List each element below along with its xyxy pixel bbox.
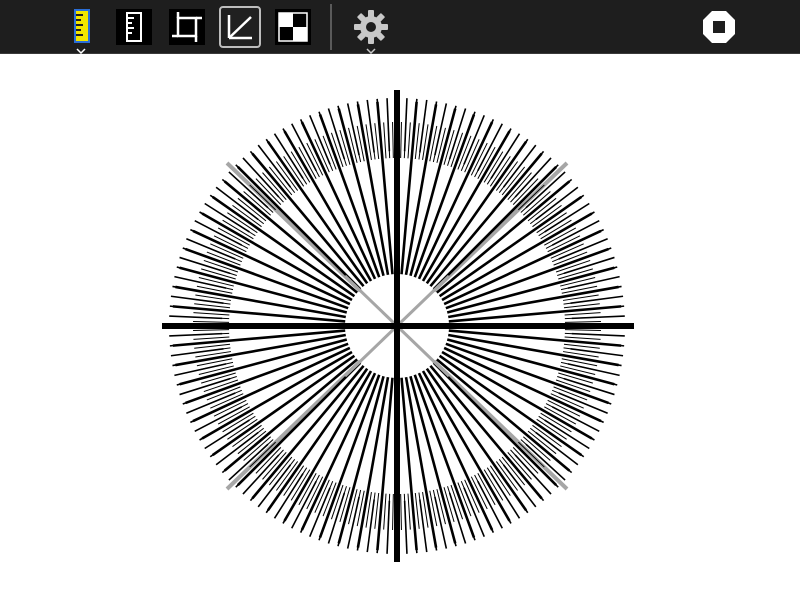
spoke-line xyxy=(564,329,601,331)
stop-button[interactable] xyxy=(698,6,740,48)
spoke-line xyxy=(474,144,492,178)
spoke-line xyxy=(564,336,601,340)
spoke-line xyxy=(563,298,600,305)
checkerboard-icon xyxy=(275,9,311,45)
spoke-line xyxy=(193,312,230,316)
spoke-line xyxy=(560,281,597,291)
spoke-line xyxy=(432,126,442,163)
spoke-line xyxy=(549,396,583,413)
spoke-line xyxy=(418,492,425,529)
spoke-line xyxy=(545,231,579,249)
spoke-line xyxy=(352,126,362,163)
ruler-vertical-icon xyxy=(116,9,152,45)
spoke-line xyxy=(563,347,600,354)
spoke-line xyxy=(374,123,380,160)
spoke-line xyxy=(211,396,245,413)
spoke-line xyxy=(545,403,579,421)
spoke-line xyxy=(549,239,583,256)
ruler-tool-button[interactable] xyxy=(60,6,102,54)
vertical-ruler-tool-button[interactable] xyxy=(113,6,155,48)
spoke-line xyxy=(407,122,411,159)
spoke-line xyxy=(559,368,595,380)
spoke-line xyxy=(392,122,394,159)
checker-tool-button[interactable] xyxy=(272,6,314,48)
spoke-line xyxy=(467,478,484,512)
settings-button[interactable] xyxy=(350,6,392,54)
spoke-line xyxy=(564,321,601,323)
spoke-line xyxy=(400,493,402,530)
app-window xyxy=(0,0,800,600)
spoke-line xyxy=(542,409,574,429)
spoke-line xyxy=(220,409,252,429)
spoke-line xyxy=(383,122,387,159)
spoke-line xyxy=(343,128,355,164)
crop-icon xyxy=(169,9,205,45)
toolbar xyxy=(0,0,800,54)
angle-icon xyxy=(227,15,252,40)
spoke-line xyxy=(439,128,451,164)
spoke-line xyxy=(197,281,234,291)
spoke-line xyxy=(474,474,492,508)
pattern-canvas xyxy=(0,54,800,600)
spoke-line xyxy=(215,231,249,249)
spoke-line xyxy=(400,122,402,159)
siemens-star-pattern xyxy=(162,90,634,562)
gear-icon xyxy=(354,10,388,44)
spoke-line xyxy=(310,140,327,174)
spoke-line xyxy=(564,312,601,316)
spoke-line xyxy=(467,140,484,174)
spoke-line xyxy=(352,489,362,526)
ruler-icon xyxy=(74,9,90,43)
angle-tool-button[interactable] xyxy=(219,6,261,48)
spoke-line xyxy=(194,298,231,305)
spoke-line xyxy=(302,474,320,508)
spoke-line xyxy=(563,303,600,309)
spoke-line xyxy=(294,149,314,181)
toolbar-divider xyxy=(330,4,332,50)
spoke-line xyxy=(194,347,231,354)
spoke-line xyxy=(439,488,451,524)
spoke-line xyxy=(302,144,320,178)
spoke-line xyxy=(374,492,380,529)
spoke-line xyxy=(563,343,600,349)
spoke-line xyxy=(560,361,597,371)
spoke-line xyxy=(310,478,327,512)
spoke-line xyxy=(432,489,442,526)
spoke-line xyxy=(392,493,394,530)
spoke-line xyxy=(418,123,425,160)
spoke-line xyxy=(194,303,231,309)
spoke-line xyxy=(211,239,245,256)
spoke-line xyxy=(407,493,411,530)
spoke-line xyxy=(343,488,355,524)
spoke-line xyxy=(199,368,235,380)
stop-icon xyxy=(703,11,735,43)
spoke-line xyxy=(194,343,231,349)
spoke-line xyxy=(480,149,500,181)
spoke-line xyxy=(480,471,500,503)
spoke-line xyxy=(294,471,314,503)
spoke-line xyxy=(542,223,574,243)
spoke-line xyxy=(193,336,230,340)
spoke-line xyxy=(559,272,595,284)
spoke-line xyxy=(215,403,249,421)
crop-tool-button[interactable] xyxy=(166,6,208,48)
spoke-line xyxy=(369,492,376,529)
spoke-line xyxy=(193,321,230,323)
spoke-line xyxy=(414,123,420,160)
spoke-line xyxy=(383,493,387,530)
spoke-line xyxy=(199,272,235,284)
spoke-line xyxy=(414,492,420,529)
spoke-line xyxy=(369,123,376,160)
spoke-line xyxy=(220,223,252,243)
spoke-line xyxy=(193,329,230,331)
spoke-line xyxy=(197,361,234,371)
